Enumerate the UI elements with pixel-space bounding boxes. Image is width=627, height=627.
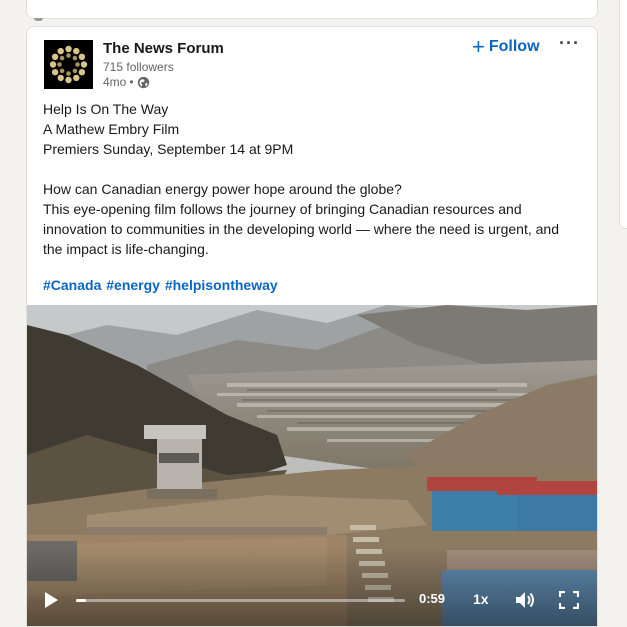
post-line: Help Is On The Way xyxy=(43,101,169,117)
post-text: Help Is On The Way A Mathew Embry Film P… xyxy=(43,99,588,259)
hashtag-list: #Canada #energy #helpisontheway xyxy=(43,277,279,293)
post-paragraph-line: This eye-opening film follows the journe… xyxy=(43,201,522,217)
video-player[interactable]: 0:59 1x xyxy=(27,305,597,626)
post-paragraph-line: the impact is life-changing. xyxy=(43,241,209,257)
hashtag-helpisontheway[interactable]: #helpisontheway xyxy=(165,277,278,293)
follow-label: Follow xyxy=(488,38,540,55)
post-line: A Mathew Embry Film xyxy=(43,121,180,137)
sunburst-logo-icon xyxy=(44,40,93,89)
video-progress-bar[interactable] xyxy=(76,599,405,602)
video-frame xyxy=(27,305,597,626)
post-line: Premiers Sunday, September 14 at 9PM xyxy=(43,141,294,157)
follow-button[interactable]: + Follow xyxy=(472,36,540,58)
fullscreen-icon[interactable] xyxy=(559,591,579,609)
video-controls: 0:59 1x xyxy=(27,585,597,615)
video-progress-fill xyxy=(76,599,86,602)
plus-icon: + xyxy=(472,34,485,59)
more-options-button[interactable]: ··· xyxy=(559,33,579,55)
hashtag-energy[interactable]: #energy xyxy=(106,277,160,293)
video-time: 0:59 xyxy=(419,591,446,606)
author-name[interactable]: The News Forum xyxy=(103,40,224,57)
follower-count: 715 followers xyxy=(103,60,174,74)
post-meta: 4mo • xyxy=(103,75,150,89)
playback-speed-button[interactable]: 1x xyxy=(473,591,489,607)
hashtag-canada[interactable]: #Canada xyxy=(43,277,101,293)
right-panel-edge xyxy=(619,0,627,229)
feed-post-card: The News Forum 715 followers 4mo • + Fol… xyxy=(26,26,598,627)
volume-icon[interactable] xyxy=(514,590,536,610)
previous-post-icon xyxy=(34,18,43,21)
meta-separator: • xyxy=(129,75,134,89)
post-paragraph-line: innovation to communities in the develop… xyxy=(43,221,559,237)
previous-post-card xyxy=(26,0,598,19)
author-logo[interactable] xyxy=(44,40,93,89)
play-icon[interactable] xyxy=(41,590,61,610)
post-age: 4mo xyxy=(103,75,127,89)
globe-icon xyxy=(137,76,149,88)
post-paragraph-line: How can Canadian energy power hope aroun… xyxy=(43,181,402,197)
